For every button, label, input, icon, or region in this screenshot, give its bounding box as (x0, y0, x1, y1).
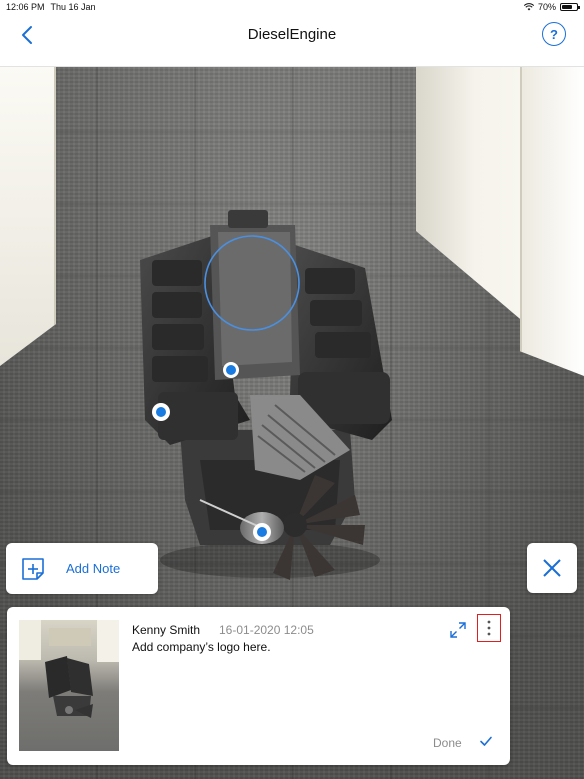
help-button[interactable]: ? (542, 22, 566, 46)
note-card: Kenny Smith 16-01-2020 12:05 Add company… (7, 607, 510, 765)
page-title: DieselEngine (247, 25, 337, 43)
checkmark-icon[interactable] (479, 734, 493, 748)
status-date: Thu 16 Jan (50, 2, 96, 12)
battery-percent: 70% (537, 2, 556, 12)
expand-icon[interactable] (449, 621, 467, 639)
add-note-icon (22, 557, 44, 580)
add-note-button[interactable]: Add Note (6, 543, 158, 594)
note-timestamp: 16-01-2020 12:05 (219, 623, 314, 637)
navigation-bar: DieselEngine ? (0, 14, 584, 67)
more-vertical-icon (487, 620, 491, 636)
close-button[interactable] (527, 543, 577, 593)
status-bar: 12:06 PM Thu 16 Jan 70% (0, 0, 584, 14)
more-options-button[interactable] (477, 614, 501, 642)
status-time: 12:06 PM (6, 2, 45, 12)
note-author: Kenny Smith (132, 623, 201, 637)
hotspot-marker (152, 403, 170, 421)
status-indicators: 70% (523, 2, 580, 12)
wifi-icon (523, 3, 534, 11)
note-thumbnail-image[interactable] (19, 620, 119, 751)
close-icon (543, 559, 561, 577)
hotspot-marker (223, 362, 239, 378)
done-button[interactable]: Done (433, 736, 462, 750)
battery-level (562, 5, 572, 9)
battery-icon (560, 3, 580, 11)
add-note-label: Add Note (66, 561, 121, 576)
note-text: Add company’s logo here. (132, 640, 271, 654)
hotspot-marker (253, 523, 271, 541)
